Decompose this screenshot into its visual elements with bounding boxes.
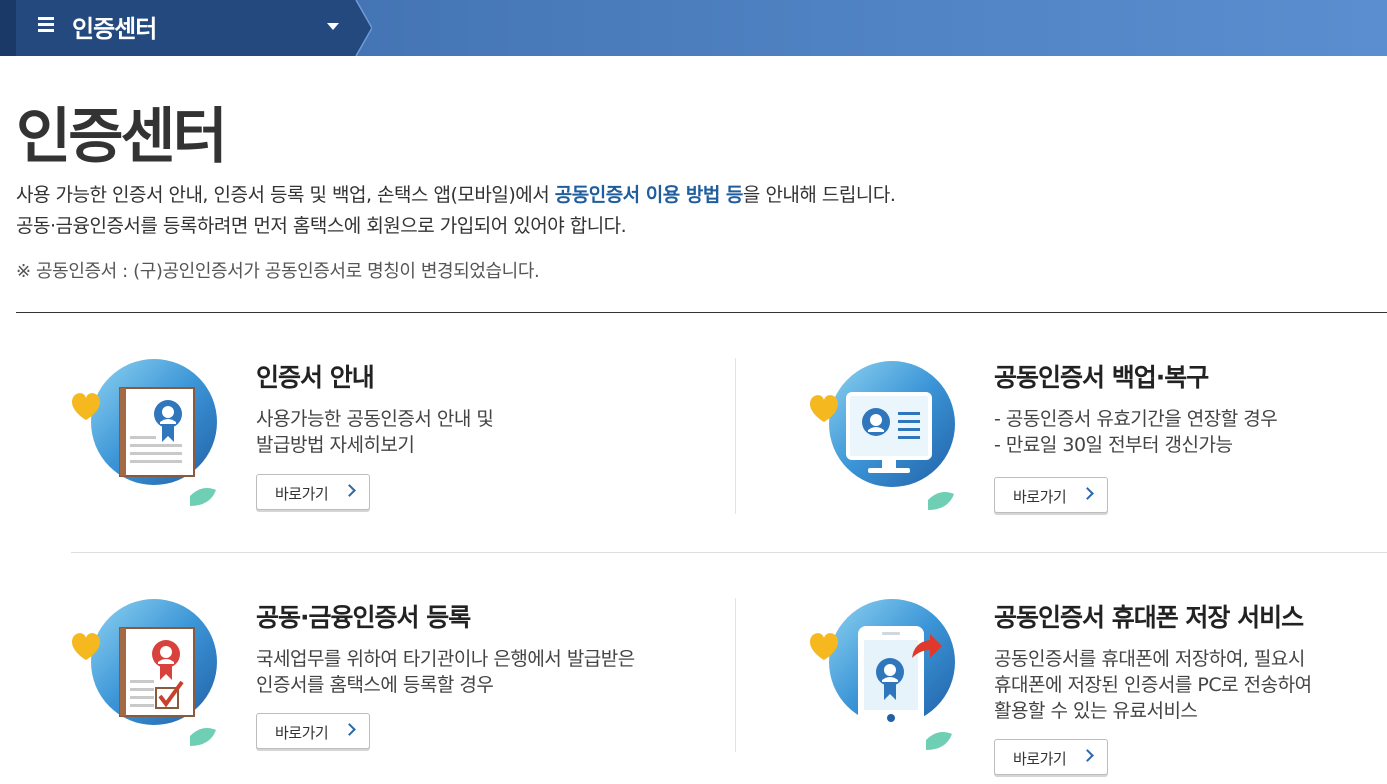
- card-description: 국세업무를 위하여 타기관이나 은행에서 발급받은 인증서를 홈택스에 등록할 …: [256, 646, 635, 698]
- desc-line: 휴대폰에 저장된 인증서를 PC로 전송하여: [994, 674, 1312, 696]
- column-divider: [735, 598, 736, 752]
- go-button[interactable]: 바로가기: [994, 739, 1108, 775]
- menu-block-shape: [0, 0, 372, 56]
- desc-line: 국세업무를 위하여 타기관이나 은행에서 발급받은: [256, 648, 635, 670]
- desc-line: 활용할 수 있는 유료서비스: [994, 700, 1198, 722]
- go-button[interactable]: 바로가기: [256, 713, 370, 749]
- card-description: 사용가능한 공동인증서 안내 및 발급방법 자세히보기: [256, 406, 494, 458]
- desc-line: 사용가능한 공동인증서 안내 및: [256, 408, 494, 430]
- menu-title: 인증센터: [72, 14, 157, 43]
- desc-line: 인증서를 홈택스에 등록할 경우: [256, 674, 494, 696]
- intro-line-1: 사용 가능한 인증서 안내, 인증서 등록 및 백업, 손택스 앱(모바일)에서…: [16, 180, 896, 211]
- certificate-document-icon: [72, 359, 217, 506]
- card-description: 공동인증서를 휴대폰에 저장하여, 필요시 휴대폰에 저장된 인증서를 PC로 …: [994, 646, 1312, 724]
- go-button-label: 바로가기: [1013, 488, 1067, 506]
- go-button-label: 바로가기: [275, 724, 329, 742]
- desc-line: 발급방법 자세히보기: [256, 434, 415, 456]
- mobile-certificate-icon: [810, 599, 955, 750]
- intro-line-2: 공동·금융인증서를 등록하려면 먼저 홈택스에 회원으로 가입되어 있어야 합니…: [16, 215, 627, 237]
- card-title: 인증서 안내: [256, 363, 375, 392]
- intro-highlight: 공동인증서 이용 방법 등: [554, 184, 744, 206]
- divider: [16, 312, 1387, 313]
- top-nav-bar: 인증센터: [0, 0, 1387, 56]
- menu-dropdown[interactable]: 인증센터: [0, 0, 372, 56]
- certificate-check-icon: [72, 599, 217, 746]
- column-divider: [735, 358, 736, 514]
- go-button[interactable]: 바로가기: [256, 474, 370, 510]
- desc-line: - 만료일 30일 전부터 갱신가능: [994, 434, 1233, 456]
- desc-line: - 공동인증서 유효기간을 연장할 경우: [994, 408, 1278, 430]
- desc-line: 공동인증서를 휴대폰에 저장하여, 필요시: [994, 648, 1305, 670]
- card-description: - 공동인증서 유효기간을 연장할 경우 - 만료일 30일 전부터 갱신가능: [994, 406, 1278, 458]
- card-title: 공동·금융인증서 등록: [256, 603, 471, 632]
- intro-line-1-tail: 을 안내해 드립니다.: [742, 184, 896, 206]
- chevron-right-icon: [343, 723, 356, 736]
- chevron-right-icon: [343, 484, 356, 497]
- page-title: 인증센터: [16, 102, 228, 172]
- card-title: 공동인증서 휴대폰 저장 서비스: [994, 603, 1304, 632]
- intro-text: 사용 가능한 인증서 안내, 인증서 등록 및 백업, 손택스 앱(모바일)에서…: [16, 180, 896, 242]
- go-button-label: 바로가기: [275, 485, 329, 503]
- card-title: 공동인증서 백업·복구: [994, 363, 1209, 392]
- row-divider: [71, 552, 1387, 553]
- rename-note: ※ 공동인증서 : (구)공인인증서가 공동인증서로 명칭이 변경되었습니다.: [16, 261, 540, 282]
- go-button-label: 바로가기: [1013, 750, 1067, 768]
- go-button[interactable]: 바로가기: [994, 477, 1108, 513]
- caret-down-icon[interactable]: [327, 23, 339, 30]
- monitor-certificate-icon: [810, 361, 955, 510]
- intro-line-1-text: 사용 가능한 인증서 안내, 인증서 등록 및 백업, 손택스 앱(모바일)에서: [16, 184, 555, 206]
- hamburger-icon[interactable]: [38, 17, 54, 33]
- chevron-right-icon: [1081, 749, 1094, 762]
- chevron-right-icon: [1081, 487, 1094, 500]
